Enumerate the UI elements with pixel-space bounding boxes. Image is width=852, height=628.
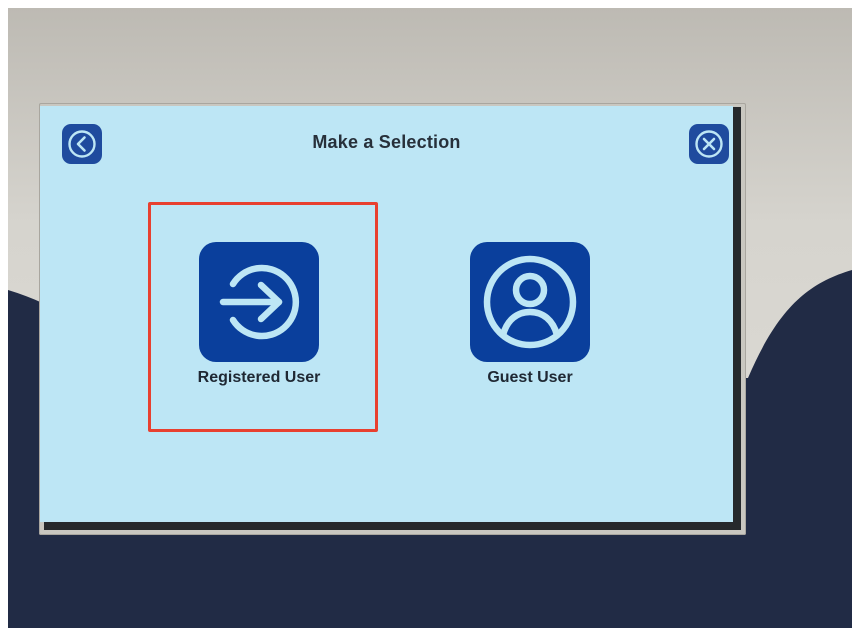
selection-highlight [148,202,378,432]
close-button[interactable] [689,124,729,164]
guest-user-option[interactable]: Guest User [455,242,605,392]
close-circle-icon [695,130,723,158]
chevron-left-circle-icon [68,130,96,158]
back-button[interactable] [62,124,102,164]
guest-user-tile[interactable] [470,242,590,362]
touch-screen: Make a Selection Registered User Guest U… [40,106,733,522]
guest-user-label: Guest User [487,369,573,386]
screen-title: Make a Selection [312,132,461,152]
user-circle-icon [483,255,577,349]
